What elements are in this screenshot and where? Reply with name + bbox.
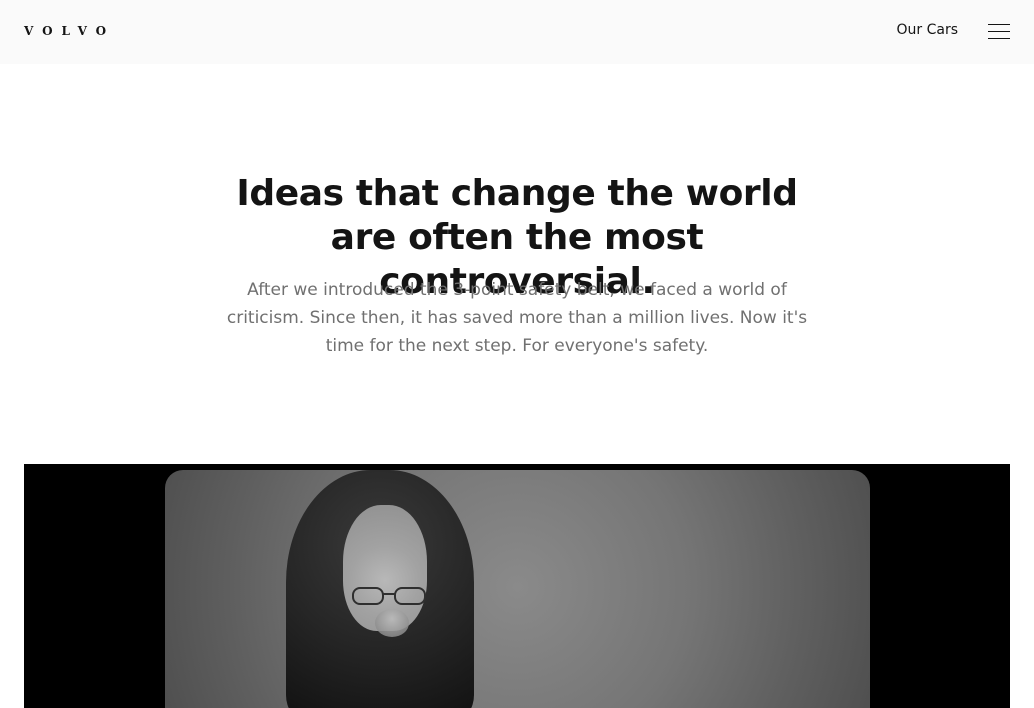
woman-nose (375, 609, 409, 637)
menu-icon (988, 31, 1010, 32)
glasses-icon (352, 587, 426, 605)
volvo-logo[interactable]: VOLVO (24, 24, 115, 38)
video-frame (165, 470, 870, 708)
hamburger-menu-button[interactable] (988, 24, 1010, 40)
menu-icon (988, 24, 1010, 25)
menu-icon (988, 38, 1010, 39)
main-content: Ideas that change the world are often th… (0, 64, 1034, 708)
hero-video[interactable] (24, 464, 1010, 708)
top-navigation-bar: VOLVO Our Cars (0, 0, 1034, 64)
our-cars-link[interactable]: Our Cars (896, 22, 958, 38)
hero-description: After we introduced the 3-point safety b… (226, 280, 808, 356)
